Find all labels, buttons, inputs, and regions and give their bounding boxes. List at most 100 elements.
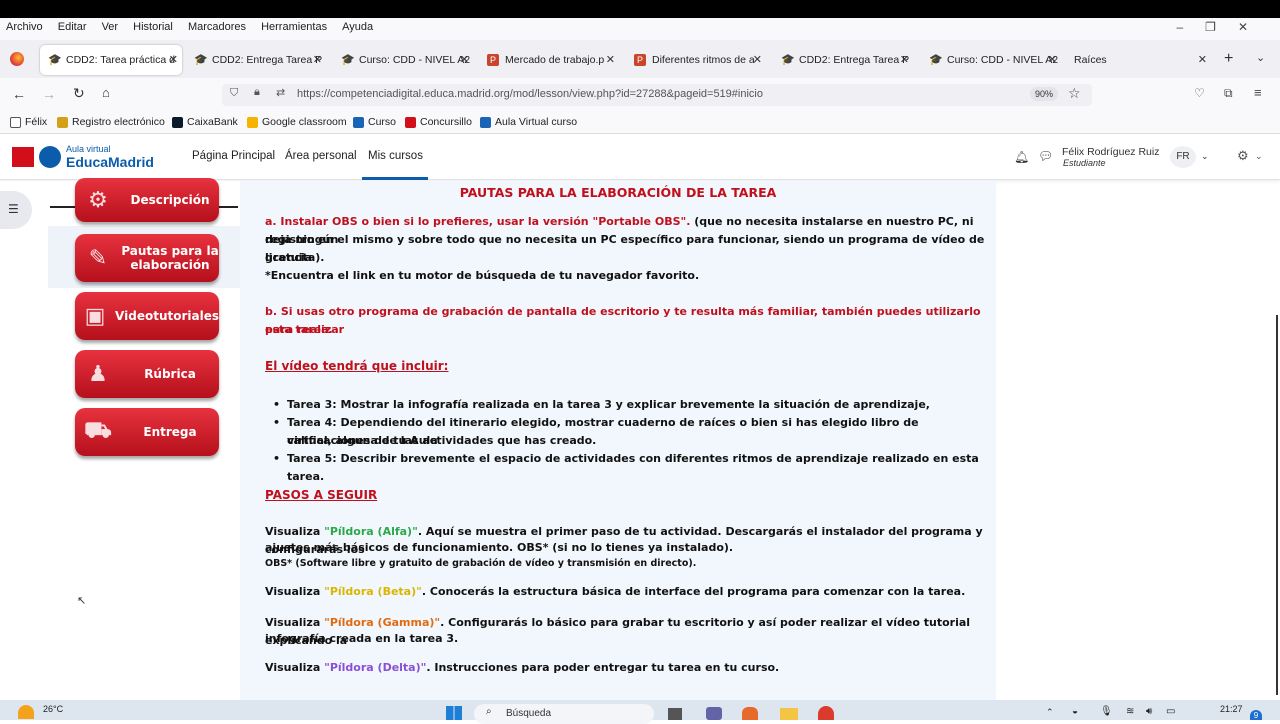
bookmark-classroom[interactable]: Google classroom: [247, 116, 347, 128]
step-b-line2: esta tarea.: [265, 323, 333, 336]
menu-archivo[interactable]: Archivo: [6, 19, 43, 35]
menu-marcadores[interactable]: Marcadores: [188, 19, 246, 35]
close-window-icon[interactable]: ✕: [1238, 20, 1270, 34]
clock-time[interactable]: 21:27: [1220, 704, 1243, 714]
menu-historial[interactable]: Historial: [133, 19, 173, 35]
alfa-note: OBS* (Software libre y gratuito de graba…: [265, 558, 697, 569]
bookmark-caixabank[interactable]: CaixaBank: [172, 116, 238, 128]
gears-icon: ⚙: [88, 187, 108, 213]
lesson-button-rubrica[interactable]: ♟ Rúbrica: [75, 350, 219, 398]
button-label: Rúbrica: [144, 367, 196, 381]
weather-icon[interactable]: [18, 705, 34, 719]
taskbar-search[interactable]: ⌕ Búsqueda: [474, 704, 654, 724]
lock-icon[interactable]: 🔒︎: [254, 86, 260, 99]
tab-7[interactable]: Raíces ✕: [1066, 45, 1211, 75]
back-icon[interactable]: ←: [12, 86, 26, 102]
classroom-icon: [247, 116, 258, 128]
close-tab-icon[interactable]: ✕: [313, 53, 322, 66]
close-tab-icon[interactable]: ✕: [169, 53, 178, 66]
new-tab-icon[interactable]: +: [1224, 50, 1233, 68]
nav-pagina-principal[interactable]: Página Principal: [192, 150, 275, 162]
chevron-up-icon[interactable]: ⌃: [1046, 707, 1054, 718]
tab-5[interactable]: 🎓 CDD2: Entrega Tarea P ✕: [773, 45, 913, 75]
menu-ver[interactable]: Ver: [102, 19, 119, 35]
url-text[interactable]: https://competenciadigital.educa.madrid.…: [297, 88, 763, 100]
avatar[interactable]: FR: [1170, 146, 1196, 168]
battery-icon[interactable]: ▭: [1166, 706, 1175, 717]
visualiza-label: Visualiza: [265, 585, 325, 598]
tab-4[interactable]: P Diferentes ritmos de a ✕: [626, 45, 766, 75]
close-tab-icon[interactable]: ✕: [1048, 53, 1057, 66]
close-tab-icon[interactable]: ✕: [460, 53, 469, 66]
chrome-icon[interactable]: [818, 706, 834, 720]
visualiza-label: Visualiza: [265, 525, 325, 538]
menu-ayuda[interactable]: Ayuda: [342, 19, 373, 35]
bookmark-concursillo[interactable]: Concursillo: [405, 116, 472, 128]
lesson-button-pautas[interactable]: ✎ Pautas para la elaboración: [75, 234, 219, 282]
nav-area-personal[interactable]: Área personal: [285, 150, 357, 162]
teams-icon[interactable]: [706, 707, 722, 720]
chat-icon[interactable]: 💬︎: [1038, 149, 1053, 163]
close-tab-icon[interactable]: ✕: [753, 53, 762, 66]
microphone-icon[interactable]: 🎙︎: [1100, 706, 1113, 717]
forward-icon[interactable]: →: [42, 86, 56, 102]
lesson-content: PAUTAS PARA LA ELABORACIÓN DE LA TAREA a…: [240, 181, 996, 700]
firefox-taskbar-icon[interactable]: [742, 707, 758, 720]
menu-herramientas[interactable]: Herramientas: [261, 19, 327, 35]
zoom-level[interactable]: 90%: [1030, 87, 1059, 101]
tab-0[interactable]: 🎓 CDD2: Tarea práctica d ✕: [40, 45, 182, 75]
pill-beta-link[interactable]: "Píldora (Beta)": [324, 585, 422, 598]
pocket-icon[interactable]: ♡: [1194, 86, 1205, 100]
home-icon[interactable]: ⌂: [102, 85, 110, 100]
restore-icon[interactable]: ❐: [1205, 20, 1238, 34]
tab-2[interactable]: 🎓 Curso: CDD - NIVEL A2 ✕: [333, 45, 473, 75]
tab-3[interactable]: P Mercado de trabajo.p ✕: [479, 45, 619, 75]
chevron-down-icon[interactable]: ⌄: [1255, 151, 1263, 162]
gear-icon[interactable]: ⚙: [1237, 148, 1249, 164]
pill-delta-link[interactable]: "Píldora (Delta)": [324, 661, 426, 674]
close-tab-icon[interactable]: ✕: [1198, 53, 1207, 66]
site-logo[interactable]: Aula virtual EducaMadrid: [12, 144, 172, 171]
chevron-down-icon[interactable]: ⌄: [1201, 151, 1209, 162]
windows-start-icon[interactable]: [446, 706, 462, 720]
lesson-button-entrega[interactable]: ⛟ Entrega: [75, 408, 219, 456]
hamburger-menu-icon[interactable]: ≡: [1254, 85, 1262, 100]
lesson-button-descripcion[interactable]: ⚙ Descripción: [75, 178, 219, 222]
reload-icon[interactable]: ↻: [73, 85, 85, 102]
close-tab-icon[interactable]: ✕: [900, 53, 909, 66]
tab-list-icon[interactable]: ⌄: [1256, 51, 1265, 64]
wifi-icon[interactable]: ≋: [1126, 706, 1134, 717]
shield-icon[interactable]: ⛉: [230, 87, 238, 100]
permissions-icon[interactable]: ⇄: [276, 86, 285, 99]
user-name[interactable]: Félix Rodríguez Ruiz: [1062, 146, 1159, 158]
delivery-icon: ⛟: [84, 418, 112, 443]
pill-alfa-link[interactable]: "Píldora (Alfa)": [324, 525, 418, 538]
video-heading: El vídeo tendrá que incluir:: [265, 359, 449, 373]
task-view-icon[interactable]: [668, 708, 682, 720]
bookmark-aula-virtual[interactable]: Aula Virtual curso: [480, 116, 577, 128]
page-scrollbar[interactable]: [1276, 315, 1278, 695]
notification-badge[interactable]: 9: [1250, 710, 1262, 720]
tab-1[interactable]: 🎓 CDD2: Entrega Tarea P ✕: [186, 45, 326, 75]
bookmark-felix[interactable]: Félix: [10, 116, 47, 128]
bookmark-curso[interactable]: Curso: [353, 116, 396, 128]
network-icon[interactable]: ◒: [1072, 706, 1078, 717]
lesson-button-videotutoriales[interactable]: ▣ Videotutoriales: [75, 292, 219, 340]
tab-6[interactable]: 🎓 Curso: CDD - NIVEL A2 ✕: [921, 45, 1061, 75]
moodle-cap-icon: 🎓: [341, 54, 355, 66]
step-a-note: *Encuentra el link en tu motor de búsque…: [265, 269, 700, 282]
nav-mis-cursos[interactable]: Mis cursos: [368, 150, 423, 162]
close-tab-icon[interactable]: ✕: [606, 53, 615, 66]
extensions-icon[interactable]: ⧉: [1224, 86, 1233, 101]
volume-icon[interactable]: 🔊︎: [1146, 706, 1152, 717]
file-explorer-icon[interactable]: [780, 708, 798, 720]
firefox-icon[interactable]: [10, 52, 24, 66]
minimize-icon[interactable]: –: [1176, 20, 1205, 34]
bookmark-star-icon[interactable]: ☆: [1068, 85, 1081, 102]
bell-icon[interactable]: 🔔︎: [1014, 150, 1029, 164]
menu-editar[interactable]: Editar: [58, 19, 87, 35]
bookmark-registro[interactable]: Registro electrónico: [57, 116, 165, 128]
weather-temp[interactable]: 26°C: [43, 704, 63, 714]
moodle-cap-icon: 🎓: [781, 54, 795, 66]
pill-gamma-link[interactable]: "Píldora (Gamma)": [324, 616, 440, 629]
